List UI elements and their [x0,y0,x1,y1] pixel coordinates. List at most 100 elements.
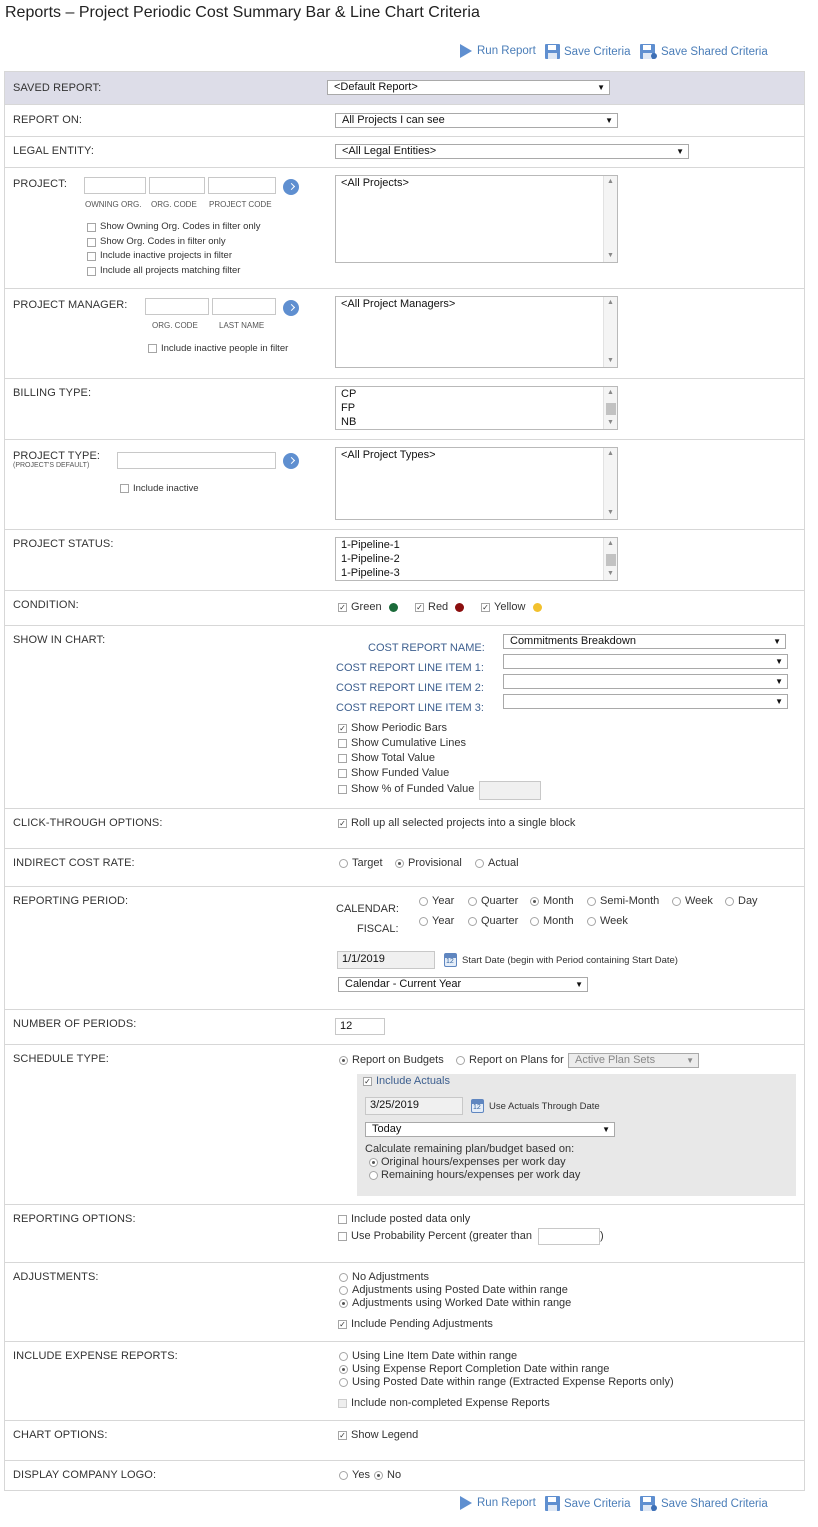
probability-checkbox[interactable] [338,1232,347,1241]
save-criteria-button[interactable]: Save Criteria [545,44,630,59]
actuals-calendar-icon[interactable] [471,1099,484,1113]
posted-only-checkbox[interactable] [338,1215,347,1224]
list-item[interactable]: <All Projects> [336,176,617,190]
save-shared-criteria-button[interactable]: Save Shared Criteria [640,44,768,59]
remaining-hours-radio[interactable] [369,1171,378,1180]
condition-green-checkbox[interactable]: ✓ [338,603,347,612]
period-range-select[interactable]: Calendar - Current Year [338,977,588,992]
show-periodic-bars-label: Show Periodic Bars [351,722,447,734]
fis-month-radio[interactable] [530,917,539,926]
target-radio[interactable] [339,859,348,868]
adj-posted-date-radio[interactable] [339,1286,348,1295]
project-filter-go-button[interactable] [283,179,299,195]
original-hours-radio[interactable] [369,1158,378,1167]
condition-label: CONDITION: [13,599,79,611]
non-completed-expense-checkbox[interactable] [338,1399,347,1408]
list-item[interactable]: FP [336,401,617,415]
report-on-plans-radio[interactable] [456,1056,465,1065]
provisional-radio[interactable] [395,859,404,868]
logo-no-radio[interactable] [374,1471,383,1480]
line-item-1-select[interactable] [503,654,788,669]
list-item[interactable]: 1-Pipeline-2 [336,552,617,566]
cal-semi-month-radio[interactable] [587,897,596,906]
cal-year-radio[interactable] [419,897,428,906]
calendar-icon[interactable] [444,953,457,967]
saved-report-select[interactable]: <Default Report> [327,80,610,95]
line-item-3-select[interactable] [503,694,788,709]
start-date-input[interactable]: 1/1/2019 [337,951,435,969]
show-percent-funded-checkbox[interactable] [338,785,347,794]
project-listbox[interactable]: <All Projects> ▲ ▼ [335,175,618,263]
fis-week-radio[interactable] [587,917,596,926]
project-manager-listbox[interactable]: <All Project Managers> ▲ ▼ [335,296,618,368]
include-all-matching-checkbox[interactable] [87,267,96,276]
percent-funded-input[interactable] [479,781,541,800]
include-actuals-checkbox[interactable]: ✓ [363,1077,372,1086]
cost-report-name-select[interactable]: Commitments Breakdown [503,634,786,649]
include-inactive-types-checkbox[interactable] [120,484,129,493]
billing-type-listbox[interactable]: CP FP NB ▲ ▼ [335,386,618,430]
no-adjustments-radio[interactable] [339,1273,348,1282]
exp-completion-date-radio[interactable] [339,1365,348,1374]
show-legend-checkbox[interactable]: ✓ [338,1431,347,1440]
actual-radio[interactable] [475,859,484,868]
scrollbar[interactable]: ▲ ▼ [603,176,617,262]
project-type-go-button[interactable] [283,453,299,469]
list-item[interactable]: 1-Pipeline-3 [336,566,617,580]
show-periodic-bars-checkbox[interactable]: ✓ [338,724,347,733]
list-item[interactable]: <All Project Types> [336,448,617,462]
show-cumulative-lines-checkbox[interactable] [338,739,347,748]
exp-line-item-date-radio[interactable] [339,1352,348,1361]
cal-day-radio[interactable] [725,897,734,906]
exp-posted-date-radio[interactable] [339,1378,348,1387]
line-item-2-select[interactable] [503,674,788,689]
report-on-select[interactable]: All Projects I can see [335,113,618,128]
show-funded-value-checkbox[interactable] [338,769,347,778]
pm-filter-go-button[interactable] [283,300,299,316]
list-item[interactable]: NB [336,415,617,429]
show-total-value-checkbox[interactable] [338,754,347,763]
adj-worked-date-radio[interactable] [339,1299,348,1308]
show-owning-org-codes-checkbox[interactable] [87,223,96,232]
roll-up-projects-checkbox[interactable]: ✓ [338,819,347,828]
pm-last-name-input[interactable] [212,298,276,315]
cal-week-radio[interactable] [672,897,681,906]
save-criteria-button-bottom[interactable]: Save Criteria [545,1496,630,1511]
scrollbar[interactable]: ▲ ▼ [603,538,617,580]
show-org-codes-checkbox[interactable] [87,238,96,247]
project-code-input[interactable] [208,177,276,194]
condition-red-checkbox[interactable]: ✓ [415,603,424,612]
legal-entity-select[interactable]: <All Legal Entities> [335,144,689,159]
org-code-input[interactable] [149,177,205,194]
cal-month-radio[interactable] [530,897,539,906]
owning-org-input[interactable] [84,177,146,194]
actuals-range-select[interactable]: Today [365,1122,615,1137]
run-report-button[interactable]: Run Report [459,44,536,58]
cal-quarter-radio[interactable] [468,897,477,906]
project-type-input[interactable] [117,452,276,469]
project-code-sublabel: PROJECT CODE [209,200,272,209]
scrollbar[interactable]: ▲ ▼ [603,297,617,367]
scrollbar[interactable]: ▲ ▼ [603,387,617,429]
pm-org-code-input[interactable] [145,298,209,315]
project-status-listbox[interactable]: 1-Pipeline-1 1-Pipeline-2 1-Pipeline-3 ▲… [335,537,618,581]
pending-adjustments-checkbox[interactable]: ✓ [338,1320,347,1329]
logo-yes-radio[interactable] [339,1471,348,1480]
project-type-listbox[interactable]: <All Project Types> ▲ ▼ [335,447,618,520]
include-inactive-people-checkbox[interactable] [148,344,157,353]
list-item[interactable]: CP [336,387,617,401]
save-shared-criteria-button-bottom[interactable]: Save Shared Criteria [640,1496,768,1511]
condition-yellow-checkbox[interactable]: ✓ [481,603,490,612]
actuals-date-input[interactable]: 3/25/2019 [365,1097,463,1115]
report-on-budgets-radio[interactable] [339,1056,348,1065]
number-of-periods-input[interactable]: 12 [335,1018,385,1035]
list-item[interactable]: <All Project Managers> [336,297,617,311]
list-item[interactable]: 1-Pipeline-1 [336,538,617,552]
scrollbar[interactable]: ▲ ▼ [603,448,617,519]
probability-input[interactable] [538,1228,600,1245]
plan-sets-select[interactable]: Active Plan Sets [568,1053,699,1068]
fis-year-radio[interactable] [419,917,428,926]
include-inactive-projects-checkbox[interactable] [87,252,96,261]
run-report-button-bottom[interactable]: Run Report [459,1496,536,1510]
fis-quarter-radio[interactable] [468,917,477,926]
